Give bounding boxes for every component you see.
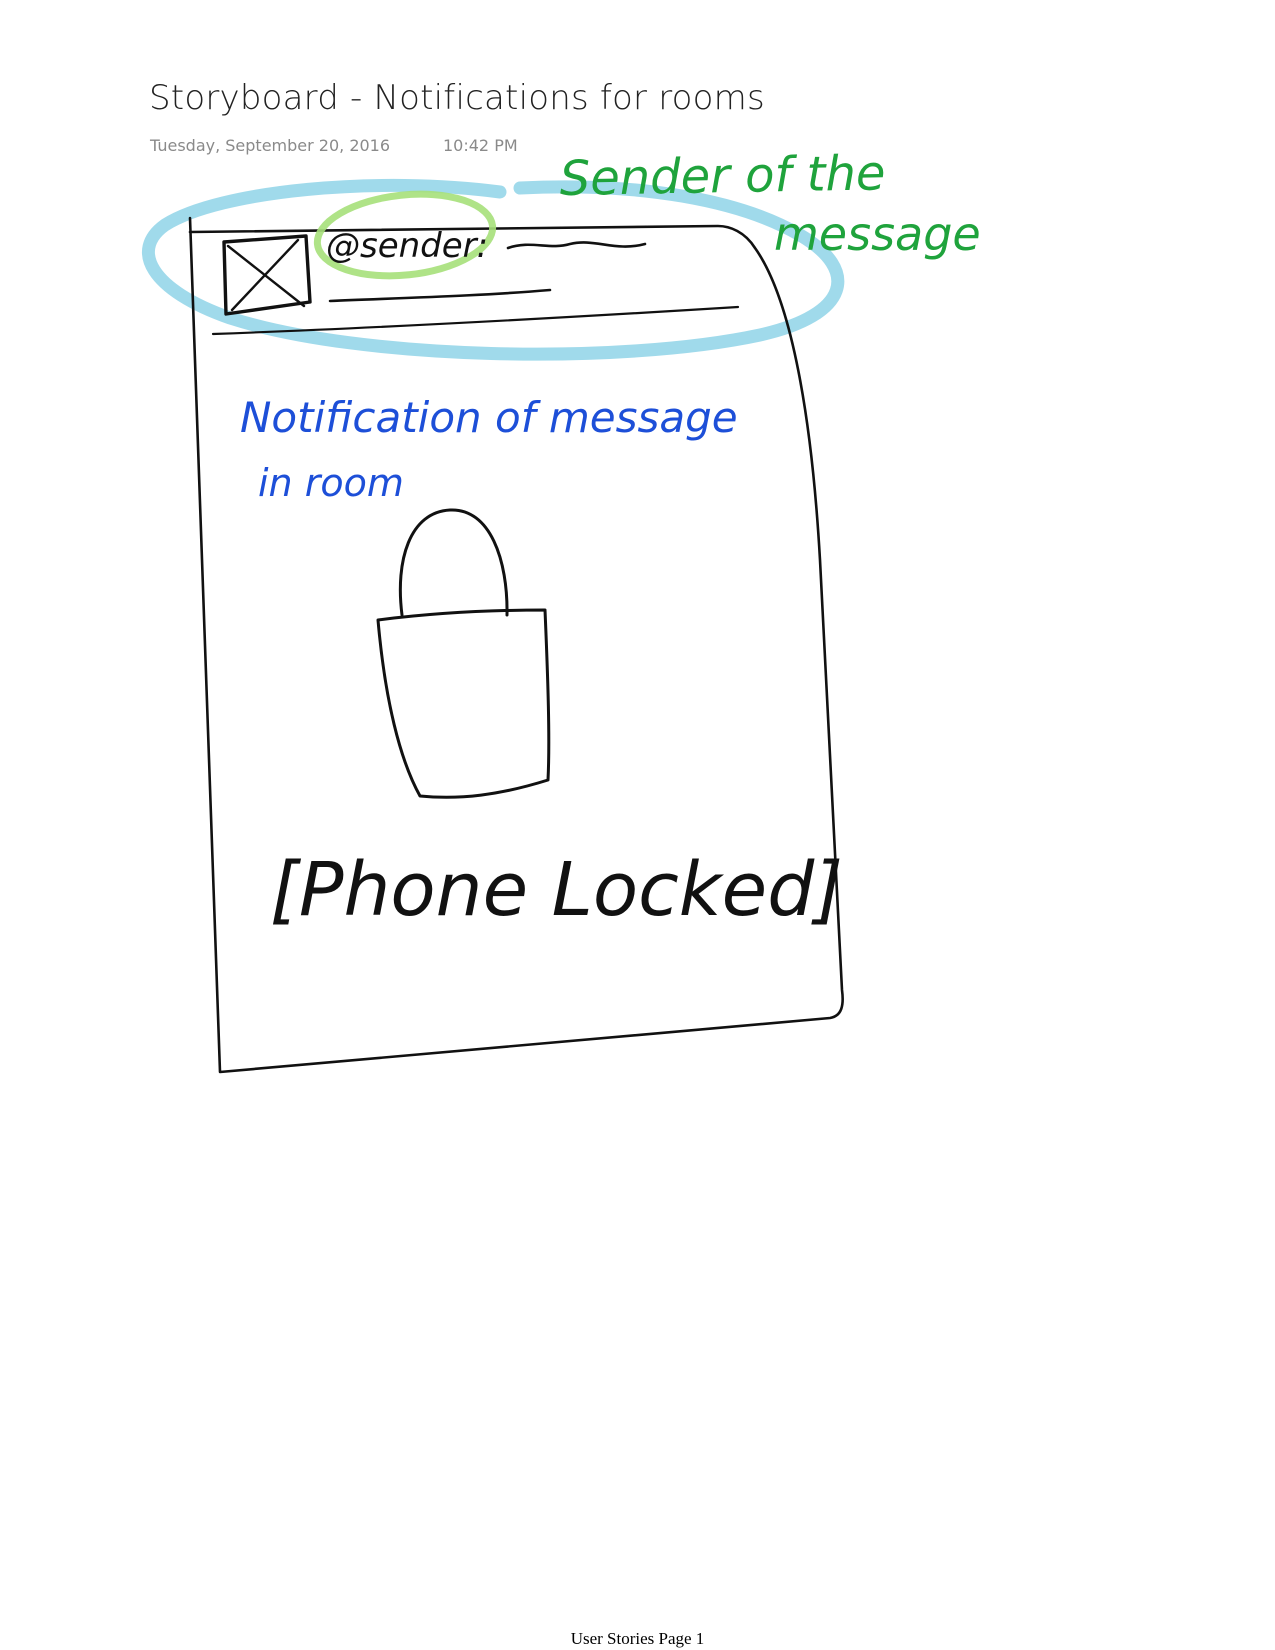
sender-handle: @sender:: [326, 226, 488, 266]
annotation-sender-line1: Sender of the: [559, 145, 886, 207]
phone-locked-label: [Phone Locked]: [270, 847, 843, 933]
message-preview-line2: [328, 288, 552, 303]
storyboard-sketch: @sender: Sender of the message Notificat…: [142, 145, 981, 1074]
annotation-notification-line1: Notification of message: [240, 393, 738, 442]
message-preview-squiggle: [506, 241, 647, 250]
page-footer: User Stories Page 1: [570, 1629, 705, 1648]
header-highlight-ellipse: [142, 178, 845, 361]
annotation-sender-line2: message: [774, 207, 981, 261]
header-divider: [211, 305, 740, 336]
padlock-icon: [376, 508, 551, 799]
annotation-notification-line2: in room: [258, 461, 404, 505]
phone-outline: [188, 216, 844, 1074]
image-placeholder-icon: [222, 234, 312, 316]
